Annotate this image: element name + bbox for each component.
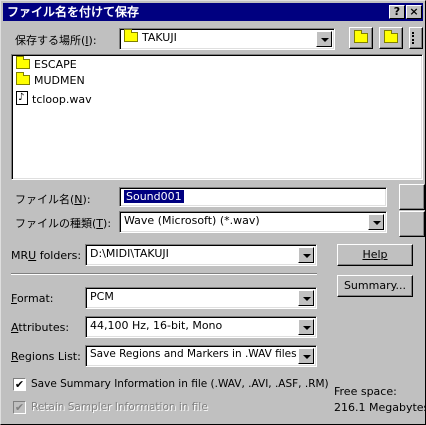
filetype-value: Wave (Microsoft) (*.wav): [124, 214, 260, 227]
wav-file-icon: [16, 90, 28, 106]
free-space-value: 216.1 Megabytes: [334, 401, 426, 414]
up-folder-button[interactable]: [349, 27, 373, 49]
save-summary-label: Save Summary Information in file (.WAV, …: [31, 378, 329, 390]
attributes-combo[interactable]: 44,100 Hz, 16-bit, Mono: [85, 316, 317, 338]
mru-combo[interactable]: D:\MIDI\TAKUJI: [85, 244, 317, 266]
filetype-combo[interactable]: Wave (Microsoft) (*.wav): [119, 211, 387, 233]
help-button[interactable]: Help: [337, 244, 413, 266]
mru-value: D:\MIDI\TAKUJI: [90, 247, 169, 260]
list-item[interactable]: MUDMEN: [16, 72, 85, 89]
save-summary-checkbox[interactable]: ✔: [13, 378, 26, 391]
free-space-label: Free space:: [334, 385, 397, 398]
save-in-value: TAKUJI: [142, 31, 177, 44]
folder-icon: [16, 72, 30, 85]
summary-button[interactable]: Summary...: [337, 275, 413, 297]
mru-label: MRU folders:: [11, 249, 82, 262]
list-item[interactable]: tcloop.wav: [16, 89, 92, 106]
chevron-down-icon[interactable]: [298, 319, 314, 335]
attributes-value: 44,100 Hz, 16-bit, Mono: [90, 319, 223, 332]
new-folder-icon: [384, 30, 398, 43]
regions-combo[interactable]: Save Regions and Markers in .WAV files: [85, 345, 317, 367]
retain-sampler-label: Retain Sampler Information in file: [31, 401, 208, 413]
close-title-button[interactable]: ×: [406, 5, 422, 19]
format-value: PCM: [90, 290, 114, 303]
filetype-label: ファイルの種類(T):: [15, 217, 112, 230]
save-in-label: 保存する場所(I):: [15, 34, 97, 47]
retain-sampler-checkbox: ✔: [13, 401, 26, 414]
new-folder-button[interactable]: [379, 27, 403, 49]
file-list[interactable]: ESCAPE MUDMEN tcloop.wav: [11, 54, 423, 180]
chevron-down-icon[interactable]: [298, 290, 314, 306]
list-item[interactable]: ESCAPE: [16, 56, 77, 73]
save-in-combo[interactable]: TAKUJI: [119, 28, 335, 50]
filename-label: ファイル名(N):: [15, 193, 91, 206]
attributes-label: Attributes:: [11, 321, 70, 334]
dialog-title: ファイル名を付けて保存: [7, 5, 140, 19]
regions-label: Regions List:: [11, 350, 81, 363]
format-combo[interactable]: PCM: [85, 287, 317, 309]
divider: [11, 273, 317, 275]
list-view-button[interactable]: [409, 27, 423, 49]
list-view-icon: [412, 32, 420, 44]
folder-icon: [16, 56, 30, 69]
chevron-down-icon[interactable]: [298, 247, 314, 263]
chevron-down-icon[interactable]: [368, 214, 384, 230]
save-button[interactable]: [399, 184, 425, 210]
chevron-down-icon[interactable]: [298, 348, 314, 364]
title-bar: ファイル名を付けて保存: [3, 3, 423, 21]
filename-input[interactable]: Sound001: [119, 187, 387, 207]
format-label: Format:: [11, 292, 54, 305]
folder-icon: [124, 29, 138, 42]
filename-value: Sound001: [124, 190, 184, 203]
save-as-dialog: ファイル名を付けて保存 ? × 保存する場所(I): TAKUJI ESCAPE…: [0, 0, 426, 425]
up-folder-icon: [354, 30, 368, 43]
regions-value: Save Regions and Markers in .WAV files: [90, 348, 297, 360]
help-title-button[interactable]: ?: [389, 5, 405, 19]
cancel-button[interactable]: [399, 211, 425, 237]
chevron-down-icon[interactable]: [316, 31, 332, 47]
